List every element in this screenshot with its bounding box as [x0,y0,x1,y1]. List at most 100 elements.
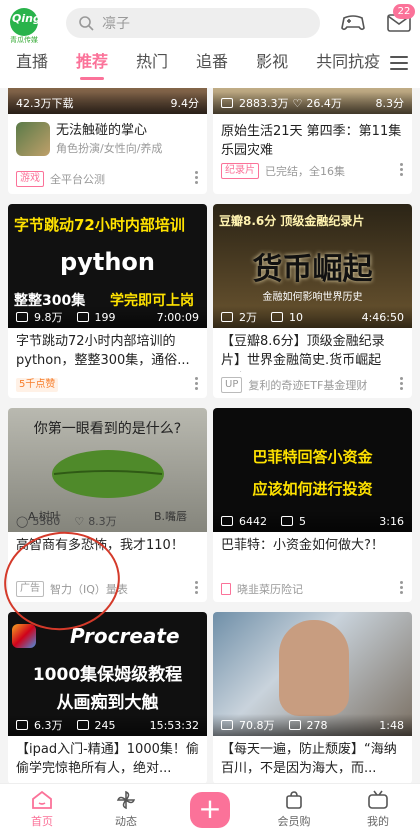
tab-fight-epidemic[interactable]: 共同抗疫 [316,44,380,84]
card-documentary[interactable]: 2883.3万 ♡ 26.4万 8.3分 原始生活21天 第四季：第11集 乐园… [213,88,412,194]
card-buffett[interactable]: 巴菲特回答小资金 应该如何进行投资 6442 5 3:16 巴菲特：小资金如何做… [213,408,412,602]
card-title: 【每天一遍，防止颓废】“海纳百川，不是因为海大，而... [221,742,397,776]
more-icon[interactable] [195,171,199,186]
game-controller-icon[interactable] [340,10,366,34]
danmaku-icon [76,720,89,730]
tab-live[interactable]: 直播 [16,44,48,84]
video-feed[interactable]: 42.3万下载 9.4分 无法触碰的掌心 角色扮演/女性向/养成 游戏 全平台公… [0,88,420,784]
tab-movies[interactable]: 影视 [256,44,288,84]
card-title: 高智商有多恐怖，我才110！ [16,538,184,553]
thumb-text: 金融如何影响世界历史 [262,292,363,303]
danmaku-count: 245 [94,718,116,732]
ad-tag: 广告 [16,581,44,597]
uploader-name[interactable]: 晓韭菜历险记 [237,581,303,597]
search-bar[interactable]: 凛子 [66,8,320,38]
more-icon[interactable] [400,163,404,178]
card-footer-text: 全平台公测 [50,173,105,186]
thumb-meta: 2883.3万 ♡ 26.4万 8.3分 [213,92,412,114]
danmaku-count: 199 [94,310,116,324]
card-footer: 广告 智力（IQ）量表 [8,576,207,602]
thumb-meta: 2万 10 4:46:50 [213,306,412,328]
uploader-name[interactable]: 复利的奇迹ETF基金理财 [248,377,367,393]
nav-publish[interactable]: + [168,784,252,835]
tv-icon [368,790,388,809]
game-avatar [16,122,50,156]
logo-text: Qingua [12,12,57,25]
card-finance-doc[interactable]: 豆瓣8.6分 顶级金融纪录片 货币崛起 金融如何影响世界历史 2万 10 4:4… [213,204,412,398]
nav-home[interactable]: 首页 [0,784,84,835]
nav-vip-label: 会员购 [277,815,311,828]
card-thumbnail: 2883.3万 ♡ 26.4万 8.3分 [213,88,412,114]
card-python-course[interactable]: 字节跳动72小时内部培训 python 整整300集 学完即可上岗 9.8万 1… [8,204,207,398]
portrait-image [279,620,349,716]
like-count: 26.4万 [306,97,342,110]
play-icon [16,312,28,322]
card-thumbnail: 豆瓣8.6分 顶级金融纪录片 货币崛起 金融如何影响世界历史 2万 10 4:4… [213,204,412,328]
card-footer: 纪录片 已完结，全16集 [213,158,412,184]
more-icon[interactable] [400,581,404,596]
game-title: 无法触碰的掌心 [56,123,148,138]
rating: 8.3分 [375,97,405,110]
duration: 3:16 [379,514,404,528]
card-game[interactable]: 42.3万下载 9.4分 无法触碰的掌心 角色扮演/女性向/养成 游戏 全平台公… [8,88,207,194]
card-footer: UP 复利的奇迹ETF基金理财 [213,372,412,398]
danmaku-icon [271,312,283,322]
tab-anime[interactable]: 追番 [196,44,228,84]
search-icon [79,16,94,31]
card-title: 【豆瓣8.6分】顶级金融纪录片】世界金融简史.货币崛起【全6... [221,334,385,368]
card-procreate[interactable]: Procreate 1000集保姆级教程 从画痴到大触 6.3万 245 15:… [8,612,207,784]
duration: 4:46:50 [361,310,404,324]
play-icon [221,98,233,108]
likes-tag: 5千点赞 [16,378,59,392]
more-icon[interactable] [400,377,404,392]
card-thumbnail: 你第一眼看到的是什么? A.树叶 B.嘴唇 ◯ 5380 ♡ 8.3万 [8,408,207,532]
card-title: 【ipad入门-精通】1000集！偷偷学完惊艳所有人，绝对... [16,742,199,776]
ad-source: 智力（IQ）量表 [50,583,128,596]
thumb-text: 1000集保姆级教程 [32,665,183,685]
more-icon[interactable] [195,581,199,596]
play-icon [16,720,28,730]
heart-icon: ♡ [292,96,303,110]
card-tag: 纪录片 [221,163,259,179]
tab-recommend[interactable]: 推荐 [76,44,108,84]
view-count: 9.8万 [34,311,63,324]
nav-mine[interactable]: 我的 [336,784,420,835]
like-count: 8.3万 [88,515,117,528]
card-footer: 5千点赞 [8,372,207,398]
thumb-meta: 42.3万下载 9.4分 [8,92,207,114]
duration: 7:00:09 [156,310,199,324]
card-thumbnail: 70.8万 278 1:48 [213,612,412,736]
view-count: 6.3万 [34,719,63,732]
tab-hot[interactable]: 热门 [136,44,168,84]
card-motivation[interactable]: 70.8万 278 1:48 【每天一遍，防止颓废】“海纳百川，不是因为海大，而… [213,612,412,784]
duration: 1:48 [379,718,404,732]
doc-icon [221,583,231,595]
menu-icon[interactable] [390,56,408,70]
card-footer: 晓韭菜历险记 [213,576,412,602]
card-iq-ad[interactable]: 你第一眼看到的是什么? A.树叶 B.嘴唇 ◯ 5380 ♡ 8.3万 高智商有… [8,408,207,602]
message-badge: 22 [393,4,415,19]
thumb-text: 货币崛起 [252,252,373,287]
thumb-text: Procreate [70,624,180,648]
danmaku-count: 10 [289,310,303,324]
card-title: 巴菲特：小资金如何做大?！ [221,538,384,553]
thumb-meta: 9.8万 199 7:00:09 [8,306,207,328]
top-header: Qingua 青瓜传媒 凛子 22 直播 推荐 热门 追番 影视 共同抗疫 [0,0,420,88]
thumb-meta: 6.3万 245 15:53:32 [8,714,207,736]
plus-icon: + [190,791,230,828]
pinwheel-icon [116,790,136,810]
leaf-lips-image [52,450,164,498]
nav-dynamic[interactable]: 动态 [84,784,168,835]
more-icon[interactable] [195,377,199,392]
thumb-text: 应该如何进行投资 [252,480,373,498]
card-title: 原始生活21天 第四季：第11集 乐园灾难 [221,124,402,158]
thumb-text: 豆瓣8.6分 顶级金融纪录片 [219,214,365,228]
nav-vip-shop[interactable]: 会员购 [252,784,336,835]
view-count: 2883.3万 [239,97,289,110]
thumb-text: 你第一眼看到的是什么? [33,421,182,437]
up-tag: UP [221,377,243,393]
danmaku-count: 5 [299,514,306,528]
nav-home-label: 首页 [31,815,53,828]
danmaku-icon [288,720,301,730]
thumb-meta: 6442 5 3:16 [213,510,412,532]
